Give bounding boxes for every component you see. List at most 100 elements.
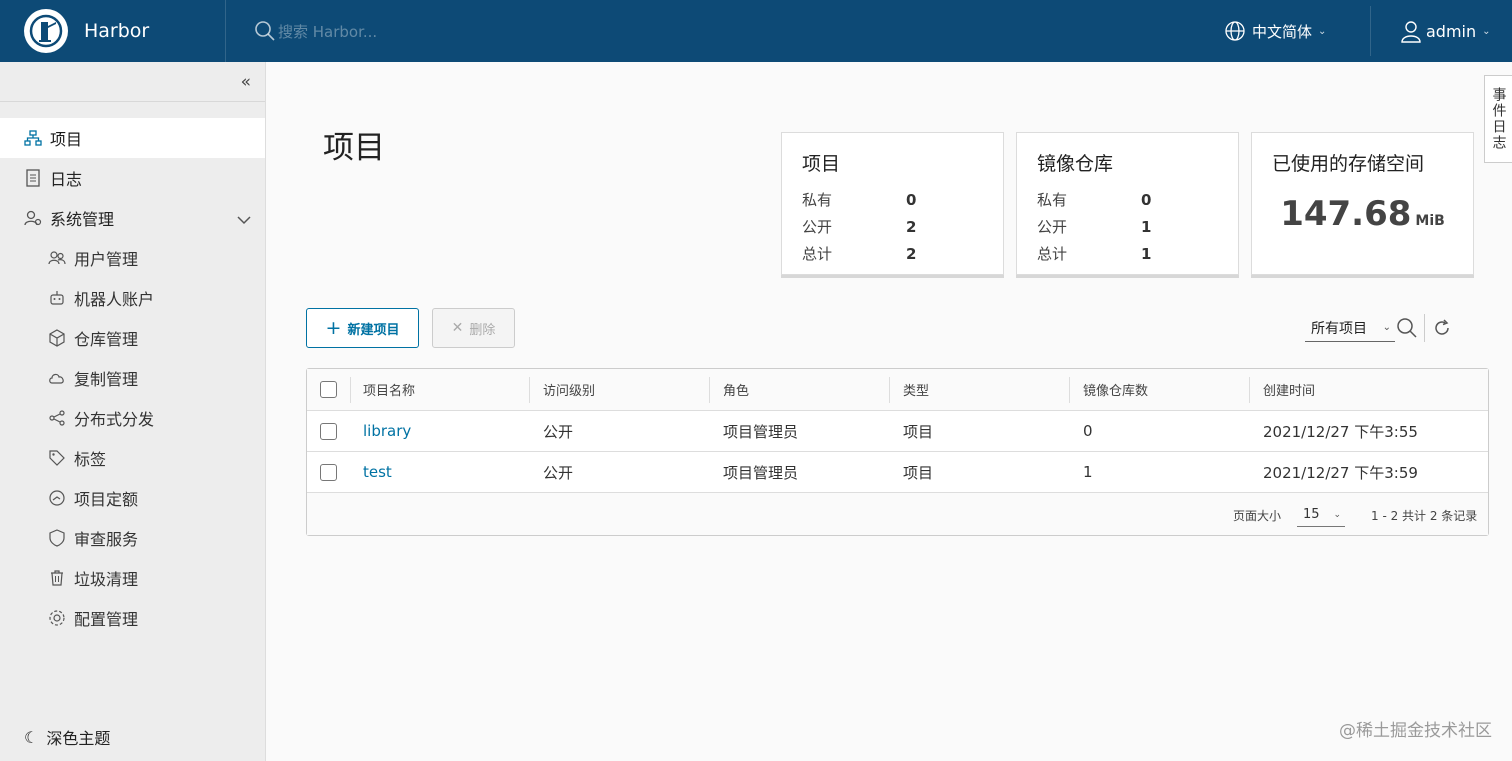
sidebar-item-label: 审查服务 <box>74 530 139 549</box>
row-value: 0 <box>906 190 917 209</box>
type: 项目 <box>903 422 934 441</box>
select-all-checkbox[interactable] <box>320 369 337 410</box>
sidebar-item-label: 系统管理 <box>50 210 115 229</box>
delete-button[interactable]: ✕ 删除 <box>432 308 515 348</box>
sidebar-item-registries[interactable]: 仓库管理 <box>0 318 265 358</box>
toolbar-divider <box>1424 314 1425 342</box>
refresh-icon[interactable] <box>1432 318 1452 338</box>
sidebar-item-quotas[interactable]: 项目定额 <box>0 478 265 518</box>
sidebar-item-logs[interactable]: 日志 <box>0 158 265 198</box>
creation-time: 2021/12/27 下午3:59 <box>1263 463 1418 482</box>
globe-icon <box>1225 21 1245 41</box>
row-label: 私有 <box>1037 191 1068 209</box>
storage-summary-card: 已使用的存储空间 147.68 MiB <box>1251 132 1474 275</box>
language-label: 中文简体 <box>1252 22 1313 41</box>
sidebar-item-label: 机器人账户 <box>74 290 155 309</box>
page-size-select[interactable]: 15 ⌄ <box>1297 503 1345 527</box>
watermark: @稀土掘金技术社区 <box>1339 721 1492 741</box>
delete-label: 删除 <box>469 322 496 338</box>
row-label: 公开 <box>1037 218 1068 236</box>
type: 项目 <box>903 463 934 482</box>
quota-icon <box>48 489 66 507</box>
robot-icon <box>48 289 66 307</box>
row-label: 总计 <box>1037 245 1068 263</box>
card-title: 镜像仓库 <box>1037 153 1114 175</box>
new-project-button[interactable]: + 新建项目 <box>306 308 419 348</box>
card-title: 已使用的存储空间 <box>1272 153 1425 175</box>
chevron-down-icon: ⌄ <box>1482 25 1491 37</box>
dark-theme-toggle[interactable]: ☾ 深色主题 <box>24 725 110 749</box>
search-icon[interactable] <box>1396 317 1418 339</box>
row-label: 私有 <box>802 191 833 209</box>
shield-icon <box>48 529 66 547</box>
column-header[interactable]: 项目名称 <box>363 369 415 410</box>
language-selector[interactable]: 中文简体 ⌄ <box>1224 0 1326 62</box>
sidebar-item-label: 日志 <box>50 170 83 189</box>
row-label: 总计 <box>802 245 833 263</box>
row-value: 1 <box>1141 217 1152 236</box>
column-header[interactable]: 类型 <box>903 369 929 410</box>
global-search[interactable]: 搜索 Harbor... <box>254 20 654 42</box>
row-value: 2 <box>906 244 917 263</box>
project-filter-select[interactable]: 所有项目 ⌄ <box>1305 314 1395 342</box>
sidebar-item-label: 垃圾清理 <box>74 570 139 589</box>
tag-icon <box>48 449 66 467</box>
card-row: 私有 0 <box>1037 186 1218 213</box>
users-icon <box>48 249 66 267</box>
sidebar-item-admin[interactable]: 系统管理 <box>0 198 265 238</box>
sidebar-item-label: 项目 <box>50 130 83 149</box>
row-value: 1 <box>1141 244 1152 263</box>
search-input[interactable]: 搜索 Harbor... <box>278 21 377 42</box>
brand-name: Harbor <box>84 20 150 42</box>
chevron-down-icon: ⌄ <box>1333 509 1341 520</box>
top-header: Harbor 搜索 Harbor... 中文简体 ⌄ admin ⌄ <box>0 0 1512 62</box>
sidebar-item-robots[interactable]: 机器人账户 <box>0 278 265 318</box>
card-row: 公开 2 <box>802 213 983 240</box>
row-checkbox[interactable] <box>320 411 337 451</box>
sidebar-item-label: 分布式分发 <box>74 410 155 429</box>
event-log-label: 事件日志 <box>1490 87 1507 151</box>
project-name-link[interactable]: library <box>363 411 411 451</box>
table-header: 项目名称 访问级别 角色 类型 镜像仓库数 创建时间 <box>307 369 1488 411</box>
sidebar-item-label: 仓库管理 <box>74 330 139 349</box>
project-name-link[interactable]: test <box>363 452 392 492</box>
username: admin <box>1426 21 1477 41</box>
sidebar-item-interrogation[interactable]: 审查服务 <box>0 518 265 558</box>
sidebar: « 项目 日志 系统管理 用户管理 机器人账户 仓库管理 复制管理 分布式分发 … <box>0 62 266 761</box>
creation-time: 2021/12/27 下午3:55 <box>1263 422 1418 441</box>
search-icon <box>255 21 275 41</box>
chevron-down-icon: ⌄ <box>1318 25 1327 37</box>
row-checkbox[interactable] <box>320 452 337 492</box>
card-row: 公开 1 <box>1037 213 1218 240</box>
sidebar-item-projects[interactable]: 项目 <box>0 118 265 158</box>
sidebar-item-gc[interactable]: 垃圾清理 <box>0 558 265 598</box>
sidebar-item-config[interactable]: 配置管理 <box>0 598 265 638</box>
close-icon: ✕ <box>451 320 464 336</box>
sidebar-item-users[interactable]: 用户管理 <box>0 238 265 278</box>
pagination-summary: 1 - 2 共计 2 条记录 <box>1371 509 1478 523</box>
page-title: 项目 <box>323 130 385 166</box>
dark-theme-label: 深色主题 <box>46 729 111 748</box>
column-header[interactable]: 访问级别 <box>543 369 595 410</box>
collapse-icon[interactable]: « <box>241 72 251 92</box>
sidebar-item-labels[interactable]: 标签 <box>0 438 265 478</box>
column-header[interactable]: 创建时间 <box>1263 369 1315 410</box>
chevron-down-icon[interactable] <box>237 210 251 229</box>
user-menu[interactable]: admin ⌄ <box>1400 0 1491 62</box>
column-header[interactable]: 镜像仓库数 <box>1083 369 1148 410</box>
table-row: library 公开 项目管理员 项目 0 2021/12/27 下午3:55 <box>307 411 1488 452</box>
repos-summary-card: 镜像仓库 私有 0 公开 1 总计 1 <box>1016 132 1239 275</box>
role: 项目管理员 <box>723 463 799 482</box>
event-log-tab[interactable]: 事件日志 <box>1484 75 1512 163</box>
plus-icon: + <box>325 317 342 339</box>
sidebar-item-label: 用户管理 <box>74 250 139 269</box>
sidebar-collapse-bar: « <box>0 62 265 102</box>
sidebar-item-distribution[interactable]: 分布式分发 <box>0 398 265 438</box>
storage-number: 147.68 <box>1280 194 1412 234</box>
harbor-logo-icon <box>24 9 68 53</box>
sidebar-item-replications[interactable]: 复制管理 <box>0 358 265 398</box>
table-row: test 公开 项目管理员 项目 1 2021/12/27 下午3:59 <box>307 452 1488 493</box>
column-header[interactable]: 角色 <box>723 369 749 410</box>
brand[interactable]: Harbor <box>0 0 226 62</box>
replication-icon <box>48 369 66 387</box>
